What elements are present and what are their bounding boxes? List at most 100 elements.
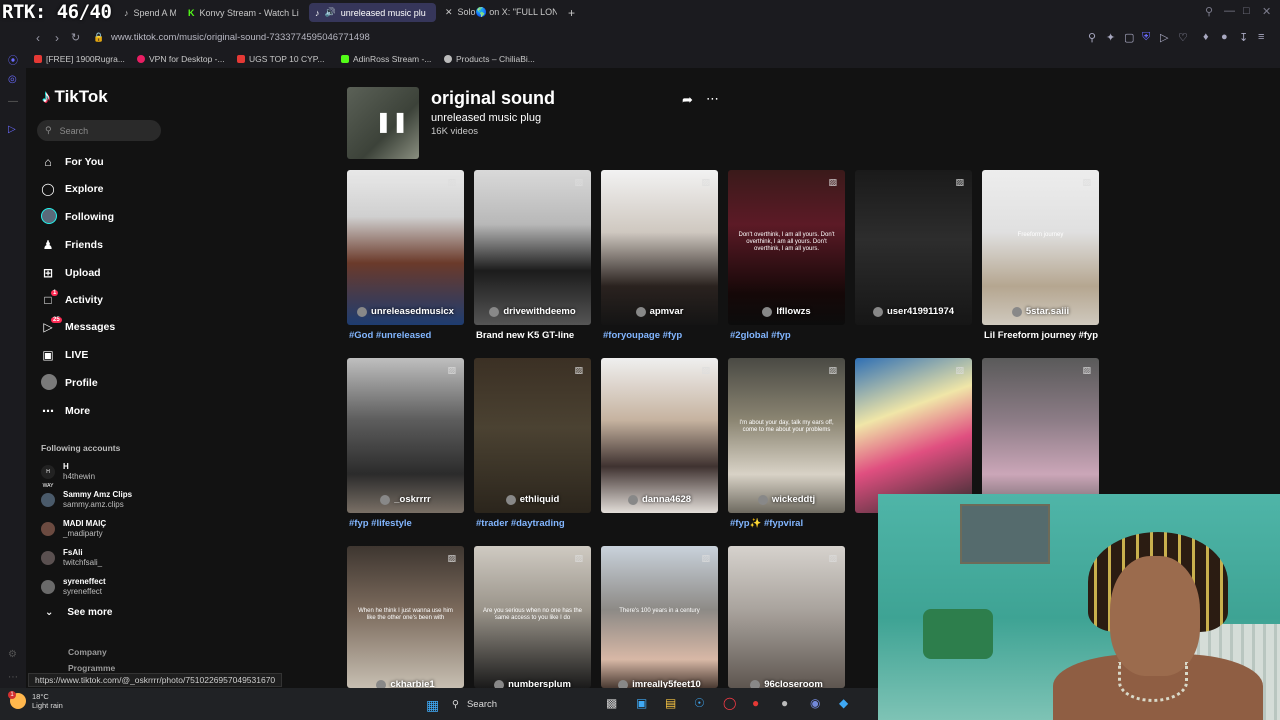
search-icon[interactable]: ⚲ <box>1088 31 1096 44</box>
following-account[interactable]: H WAY Hh4thewin <box>41 462 95 489</box>
video-card[interactable]: ▨ unreleasedmusicx <box>347 170 464 325</box>
video-author[interactable]: 5star.saiii <box>982 306 1099 317</box>
video-caption[interactable]: #God #unreleased <box>349 330 474 341</box>
weather-widget[interactable]: 1 18°C Light rain <box>8 691 63 710</box>
task-view-icon[interactable]: ▩ <box>606 696 617 710</box>
menu-icon[interactable]: ≡ <box>1258 31 1264 43</box>
video-author[interactable]: danna4628 <box>601 494 718 505</box>
video-author[interactable]: _oskrrrr <box>347 494 464 505</box>
video-author[interactable]: ckharbie1 <box>347 679 464 688</box>
nav-live[interactable]: ▣ LIVE <box>41 345 88 365</box>
video-author[interactable]: ethliquid <box>474 494 591 505</box>
following-account[interactable]: MADI MAIÇ _madiparty <box>41 519 106 539</box>
app-icon[interactable]: ● <box>781 696 788 710</box>
video-card[interactable]: ▨ user419911974 <box>855 170 972 325</box>
minimize-icon[interactable]: — <box>1224 5 1235 17</box>
video-author[interactable]: lfllowzs <box>728 306 845 317</box>
video-card[interactable]: ▨ danna4628 <box>601 358 718 513</box>
more-icon[interactable]: ⋯ <box>8 672 18 683</box>
discord-icon[interactable]: ◉ <box>810 696 820 710</box>
video-card[interactable]: ▨ 96closeroom <box>728 546 845 688</box>
profile-icon[interactable]: ● <box>1221 31 1228 43</box>
more-options-icon[interactable]: ⋯ <box>706 91 720 107</box>
forward-icon[interactable]: › <box>55 31 59 45</box>
video-card[interactable]: ▨ drivewithdeemo <box>474 170 591 325</box>
tiktok-logo[interactable]: ♪ TikTok <box>42 87 108 107</box>
nav-more[interactable]: ⋯ More <box>41 401 90 421</box>
snapshot-icon[interactable]: ▢ <box>1124 31 1134 44</box>
following-account[interactable]: syreneffect syreneffect <box>41 577 106 597</box>
sound-author[interactable]: unreleased music plug <box>431 112 541 124</box>
video-author[interactable]: apmvar <box>601 306 718 317</box>
nav-friends[interactable]: ♟ Friends <box>41 235 103 255</box>
video-caption[interactable]: Lil Freeform journey #fyp <box>984 330 1109 341</box>
search-tabs-icon[interactable]: ⚲ <box>1205 5 1213 18</box>
see-more-button[interactable]: ⌄ See more <box>45 607 112 618</box>
video-author[interactable]: drivewithdeemo <box>474 306 591 317</box>
video-author[interactable]: imreally5feet10 <box>601 679 718 688</box>
send-icon[interactable]: ▷ <box>1160 31 1168 44</box>
nav-explore[interactable]: ◯ Explore <box>41 179 103 199</box>
video-card[interactable]: ▨ Are you serious when no one has the sam… <box>474 546 591 688</box>
video-caption[interactable]: Brand new K5 GT-line <box>476 330 601 341</box>
video-caption[interactable]: #fyp #lifestyle <box>349 518 474 529</box>
bookmark-1[interactable]: [FREE] 1900Rugra... <box>34 54 125 64</box>
shield-icon[interactable]: ⛨ <box>1142 31 1150 44</box>
heart-icon[interactable]: ♡ <box>1178 31 1188 44</box>
video-caption[interactable]: #foryoupage #fyp <box>603 330 728 341</box>
nav-activity[interactable]: □ 1 Activity <box>41 290 103 310</box>
video-card[interactable]: ▨ When he think I just wanna use him like… <box>347 546 464 688</box>
video-card[interactable]: ▨ _oskrrrr <box>347 358 464 513</box>
video-caption[interactable]: #trader #daytrading <box>476 518 601 529</box>
share-icon[interactable]: ➦ <box>682 92 693 108</box>
pause-icon[interactable]: ❚❚ <box>375 109 409 134</box>
video-author[interactable]: user419911974 <box>855 306 972 317</box>
search-input[interactable]: ⚲ Search <box>37 120 161 141</box>
app-icon[interactable]: ● <box>752 696 759 710</box>
app-icon[interactable]: ◆ <box>839 696 848 710</box>
new-tab-button[interactable]: + <box>562 3 580 22</box>
following-account[interactable]: Sammy Amz Clips sammy.amz.clips <box>41 490 132 510</box>
player-icon[interactable]: ◎ <box>8 74 17 85</box>
footer-link-programme[interactable]: Programme <box>68 663 115 673</box>
video-card[interactable]: ▨ There's 100 years in a century imreally5… <box>601 546 718 688</box>
video-caption[interactable]: #2global #fyp <box>730 330 855 341</box>
tab-2[interactable]: K Konvy Stream - Watch Li <box>182 3 306 22</box>
video-caption[interactable]: #fyp✨ #fypviral <box>730 518 855 529</box>
tab-active[interactable]: ♪ 🔊 unreleased music plu <box>309 3 436 22</box>
send-icon[interactable]: ▷ <box>8 124 16 135</box>
video-author[interactable]: numbersplum <box>474 679 591 688</box>
bookmark-3[interactable]: UGS TOP 10 CYP... <box>237 54 324 64</box>
nav-for-you[interactable]: ⌂ For You <box>41 152 103 172</box>
back-icon[interactable]: ‹ <box>36 31 40 45</box>
extensions-icon[interactable]: ♦ <box>1203 31 1209 43</box>
taskbar-search[interactable]: ⚲ Search <box>452 695 594 713</box>
video-card[interactable]: ▨ apmvar <box>601 170 718 325</box>
sound-cover[interactable]: ❚❚ <box>347 87 419 159</box>
nav-upload[interactable]: ⊞ Upload <box>41 263 101 283</box>
video-card[interactable]: ▨ Freeform journey 5star.saiii <box>982 170 1099 325</box>
store-icon[interactable]: ▣ <box>636 696 647 710</box>
tab-4[interactable]: ✕ Solo🌎 on X: "FULL LON <box>439 3 557 22</box>
file-explorer-icon[interactable]: ▤ <box>665 696 676 710</box>
pin-icon[interactable]: ✦ <box>1106 31 1115 44</box>
maximize-icon[interactable]: □ <box>1243 5 1250 17</box>
bookmark-5[interactable]: Products – ChiliaBi... <box>444 54 535 64</box>
settings-icon[interactable]: ⚙ <box>8 649 17 660</box>
edge-icon[interactable]: ☉ <box>694 696 705 710</box>
opera-icon[interactable]: ◯ <box>723 696 736 710</box>
video-card[interactable]: ▨ <box>982 358 1099 513</box>
video-author[interactable]: unreleasedmusicx <box>347 306 464 317</box>
windows-start-icon[interactable]: ▦ <box>426 697 439 714</box>
video-author[interactable]: wickeddtj <box>728 494 845 505</box>
bookmark-2[interactable]: VPN for Desktop -... <box>137 54 225 64</box>
close-window-icon[interactable]: ✕ <box>1262 5 1271 18</box>
footer-link-company[interactable]: Company <box>68 647 107 657</box>
tab-1[interactable]: ♪ Spend A M <box>118 3 176 22</box>
reload-icon[interactable]: ↻ <box>71 31 80 44</box>
bookmark-4[interactable]: AdinRoss Stream -... <box>341 54 431 64</box>
video-author[interactable]: 96closeroom <box>728 679 845 688</box>
messenger-icon[interactable]: ⦿ <box>8 52 18 67</box>
nav-following[interactable]: Following <box>41 207 114 227</box>
video-card[interactable]: ▨ Don't overthink, I am all yours. Don't … <box>728 170 845 325</box>
